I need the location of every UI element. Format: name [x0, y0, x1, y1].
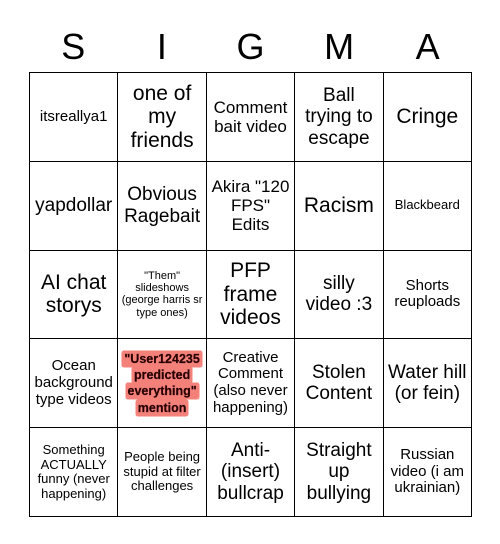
bingo-cell-r3-c1[interactable]: AI chat storys — [30, 250, 119, 340]
bingo-cell-r1-c5[interactable]: Cringe — [383, 73, 472, 162]
bingo-cell-label: Water hill (or fein) — [388, 362, 467, 405]
bingo-cell-label: "User124235 predicted everything" mentio… — [123, 351, 201, 415]
bingo-cell-label: PFP frame videos — [220, 259, 281, 330]
bingo-header-row: S I G M A — [29, 22, 472, 72]
bingo-cell-label: Stolen Content — [305, 362, 373, 405]
bingo-cell-label: yapdollar — [35, 195, 113, 217]
bingo-cell-label: "Them" slideshows (george harris sr type… — [121, 269, 203, 319]
bingo-cell-r2-c1[interactable]: yapdollar — [30, 161, 119, 251]
bingo-cell-r5-c2[interactable]: People being stupid at filter challenges — [118, 428, 207, 517]
bingo-cell-r2-c5[interactable]: Blackbeard — [383, 161, 472, 251]
bingo-cell-r1-c1[interactable]: itsreallya1 — [30, 73, 119, 162]
bingo-cell-label: Blackbeard — [394, 197, 460, 213]
bingo-cell-label: Russian video (i am ukrainian) — [390, 445, 464, 497]
bingo-cell-label: Obvious Ragebait — [124, 184, 201, 227]
bingo-cell-label: AI chat storys — [41, 270, 107, 318]
bingo-cell-label: itsreallya1 — [39, 107, 108, 125]
bingo-cell-r4-c4[interactable]: Stolen Content — [295, 339, 384, 429]
header-letter-2: I — [156, 26, 167, 67]
bingo-cell-r2-c4[interactable]: Racism — [295, 161, 384, 251]
bingo-cell-label: Cringe — [396, 105, 459, 129]
header-letter-4: M — [324, 26, 355, 67]
header-letter-3: G — [236, 26, 265, 67]
bingo-cell-r4-c3[interactable]: Creative Comment (also never happening) — [206, 339, 296, 429]
bingo-cell-r1-c4[interactable]: Ball trying to escape — [295, 73, 384, 162]
bingo-cell-label: Ball trying to escape — [305, 85, 373, 149]
bingo-card: S I G M A itsreallya1 one of my friends Co… — [0, 0, 500, 544]
bingo-cell-r4-c5[interactable]: Water hill (or fein) — [383, 339, 472, 429]
bingo-cell-r5-c1[interactable]: Something ACTUALLY funny (never happenin… — [30, 428, 119, 517]
bingo-cell-r3-c3[interactable]: PFP frame videos — [206, 250, 296, 340]
bingo-cell-label: People being stupid at filter challenges — [123, 449, 201, 494]
header-letter-1: S — [61, 26, 86, 67]
bingo-cell-label: Anti-(insert) bullcrap — [217, 440, 284, 504]
bingo-cell-label: Something ACTUALLY funny (never happenin… — [37, 442, 110, 501]
bingo-cell-r1-c2[interactable]: one of my friends — [118, 73, 207, 162]
bingo-grid: itsreallya1 one of my friends Comment bait… — [29, 72, 472, 517]
bingo-cell-label: Straight up bullying — [306, 440, 372, 504]
bingo-cell-r2-c2[interactable]: Obvious Ragebait — [118, 161, 207, 251]
bingo-cell-label: Creative Comment (also never happening) — [212, 348, 289, 417]
bingo-cell-label: Racism — [303, 193, 374, 217]
bingo-cell-r5-c5[interactable]: Russian video (i am ukrainian) — [383, 428, 472, 517]
bingo-cell-r5-c3[interactable]: Anti-(insert) bullcrap — [206, 428, 296, 517]
bingo-cell-label: Akira "120 FPS" Edits — [211, 177, 290, 235]
header-letter-5: A — [415, 26, 440, 67]
bingo-cell-r1-c3[interactable]: Comment bait video — [206, 73, 296, 162]
bingo-cell-r5-c4[interactable]: Straight up bullying — [295, 428, 384, 517]
bingo-cell-r2-c3[interactable]: Akira "120 FPS" Edits — [206, 161, 296, 251]
bingo-cell-r3-c4[interactable]: silly video :3 — [295, 250, 384, 340]
bingo-cell-r4-c1[interactable]: Ocean background type videos — [30, 339, 119, 429]
bingo-cell-r4-c2[interactable]: "User124235 predicted everything" mentio… — [118, 339, 207, 429]
bingo-cell-label: Ocean background type videos — [34, 357, 113, 408]
bingo-cell-label: one of my friends — [130, 81, 194, 152]
bingo-cell-r3-c2[interactable]: "Them" slideshows (george harris sr type… — [118, 250, 207, 340]
bingo-cell-label: silly video :3 — [305, 273, 373, 316]
bingo-cell-r3-c5[interactable]: Shorts reuploads — [383, 250, 472, 340]
bingo-cell-label: Comment bait video — [213, 97, 288, 136]
bingo-cell-label: Shorts reuploads — [394, 276, 461, 311]
